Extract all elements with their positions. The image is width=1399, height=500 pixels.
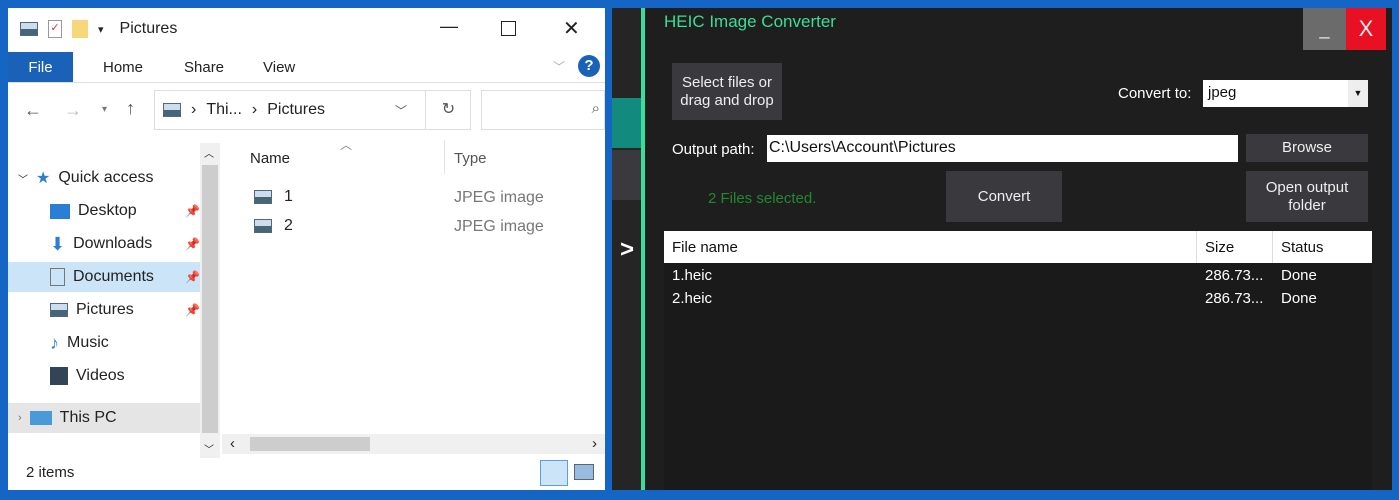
breadcrumb-this-pc[interactable]: Thi...: [206, 101, 242, 119]
file-row[interactable]: 2: [254, 217, 293, 235]
sort-ascending-icon: ︿: [340, 138, 353, 152]
properties-icon[interactable]: ✓: [48, 20, 62, 38]
status-item-count: 2 items: [26, 464, 75, 481]
pictures-icon: [163, 103, 181, 117]
chevron-down-icon: ▼: [1348, 80, 1368, 107]
nav-quick-access[interactable]: ﹀ ★ Quick access: [18, 163, 153, 193]
tab-view[interactable]: View: [263, 59, 295, 76]
details-view-button[interactable]: [540, 460, 568, 486]
convert-button[interactable]: Convert: [946, 171, 1062, 222]
output-path-label: Output path:: [672, 141, 755, 158]
app-title: HEIC Image Converter: [664, 12, 836, 31]
file-row[interactable]: 1: [254, 188, 293, 206]
horizontal-scrollbar[interactable]: ‹ ›: [222, 434, 605, 454]
nav-videos[interactable]: Videos: [50, 361, 125, 391]
address-dropdown-icon[interactable]: ﹀: [395, 102, 407, 119]
file-list[interactable]: File name Size Status 1.heic 286.73... Don…: [664, 231, 1372, 490]
nav-documents[interactable]: Documents 📌: [8, 262, 200, 292]
navigation-pane: ﹀ ★ Quick access Desktop 📌 ⬇ Downloads 📌 Docu…: [8, 138, 222, 458]
table-row[interactable]: 2.heic 286.73... Done: [664, 290, 1372, 312]
file-explorer-window: ✓ ▾ Pictures — ✕ File Home Share View ﹀ …: [8, 8, 605, 490]
address-bar[interactable]: › Thi... › Pictures ﹀ ↻: [154, 90, 471, 130]
close-button[interactable]: ✕: [563, 16, 580, 41]
browse-button[interactable]: Browse: [1246, 134, 1368, 162]
side-panel: >: [612, 8, 641, 490]
refresh-icon[interactable]: ↻: [425, 91, 471, 129]
up-button[interactable]: ↑: [126, 98, 135, 119]
maximize-button[interactable]: [501, 21, 516, 36]
column-size[interactable]: Size: [1205, 239, 1234, 256]
window-title: Pictures: [119, 20, 178, 37]
forward-button[interactable]: →: [64, 100, 82, 121]
convert-to-label: Convert to:: [1118, 85, 1192, 102]
customize-toolbar-icon[interactable]: ▾: [98, 23, 104, 36]
table-row[interactable]: 1.heic 286.73... Done: [664, 267, 1372, 289]
new-folder-icon[interactable]: [72, 20, 88, 38]
large-icons-view-button[interactable]: [574, 464, 594, 480]
column-file-name[interactable]: File name: [672, 239, 738, 256]
column-status[interactable]: Status: [1281, 239, 1324, 256]
column-type[interactable]: Type: [454, 150, 487, 167]
select-files-button[interactable]: Select files or drag and drop: [672, 63, 782, 120]
quick-access-toolbar: ✓ ▾ Pictures: [20, 20, 177, 38]
pictures-icon: [20, 22, 38, 36]
breadcrumb-pictures[interactable]: Pictures: [267, 101, 325, 119]
nav-scrollbar[interactable]: ︿ ﹀: [200, 143, 220, 458]
recent-locations-icon[interactable]: ▾: [102, 104, 107, 115]
nav-desktop[interactable]: Desktop 📌: [50, 196, 200, 226]
close-button[interactable]: X: [1346, 8, 1386, 50]
tab-share[interactable]: Share: [184, 59, 224, 76]
heic-converter-window: > HEIC Image Converter _ X Select files …: [612, 8, 1392, 490]
minimize-button[interactable]: —: [440, 16, 458, 37]
column-name[interactable]: Name: [250, 150, 290, 167]
nav-this-pc[interactable]: › This PC: [8, 403, 200, 433]
selection-status: 2 Files selected.: [708, 190, 817, 207]
file-list-header: File name Size Status: [664, 231, 1372, 263]
nav-music[interactable]: ♪ Music: [50, 328, 109, 358]
search-input[interactable]: ⌕: [481, 90, 605, 130]
output-path-input[interactable]: C:\Users\Account\Pictures: [767, 135, 1238, 162]
format-select[interactable]: jpeg ▼: [1203, 80, 1368, 107]
search-icon: ⌕: [591, 100, 600, 117]
tab-home[interactable]: Home: [103, 59, 143, 76]
nav-pictures[interactable]: Pictures 📌: [50, 295, 200, 325]
help-icon[interactable]: ?: [578, 55, 600, 77]
expand-ribbon-icon[interactable]: ﹀: [553, 58, 565, 75]
file-type: JPEG image: [454, 218, 544, 235]
file-type: JPEG image: [454, 189, 544, 206]
tab-file[interactable]: File: [8, 52, 73, 82]
back-button[interactable]: ←: [24, 100, 42, 121]
minimize-button[interactable]: _: [1303, 8, 1346, 50]
expand-panel-button[interactable]: >: [620, 236, 634, 264]
nav-downloads[interactable]: ⬇ Downloads 📌: [50, 229, 200, 259]
open-output-folder-button[interactable]: Open output folder: [1246, 171, 1368, 222]
